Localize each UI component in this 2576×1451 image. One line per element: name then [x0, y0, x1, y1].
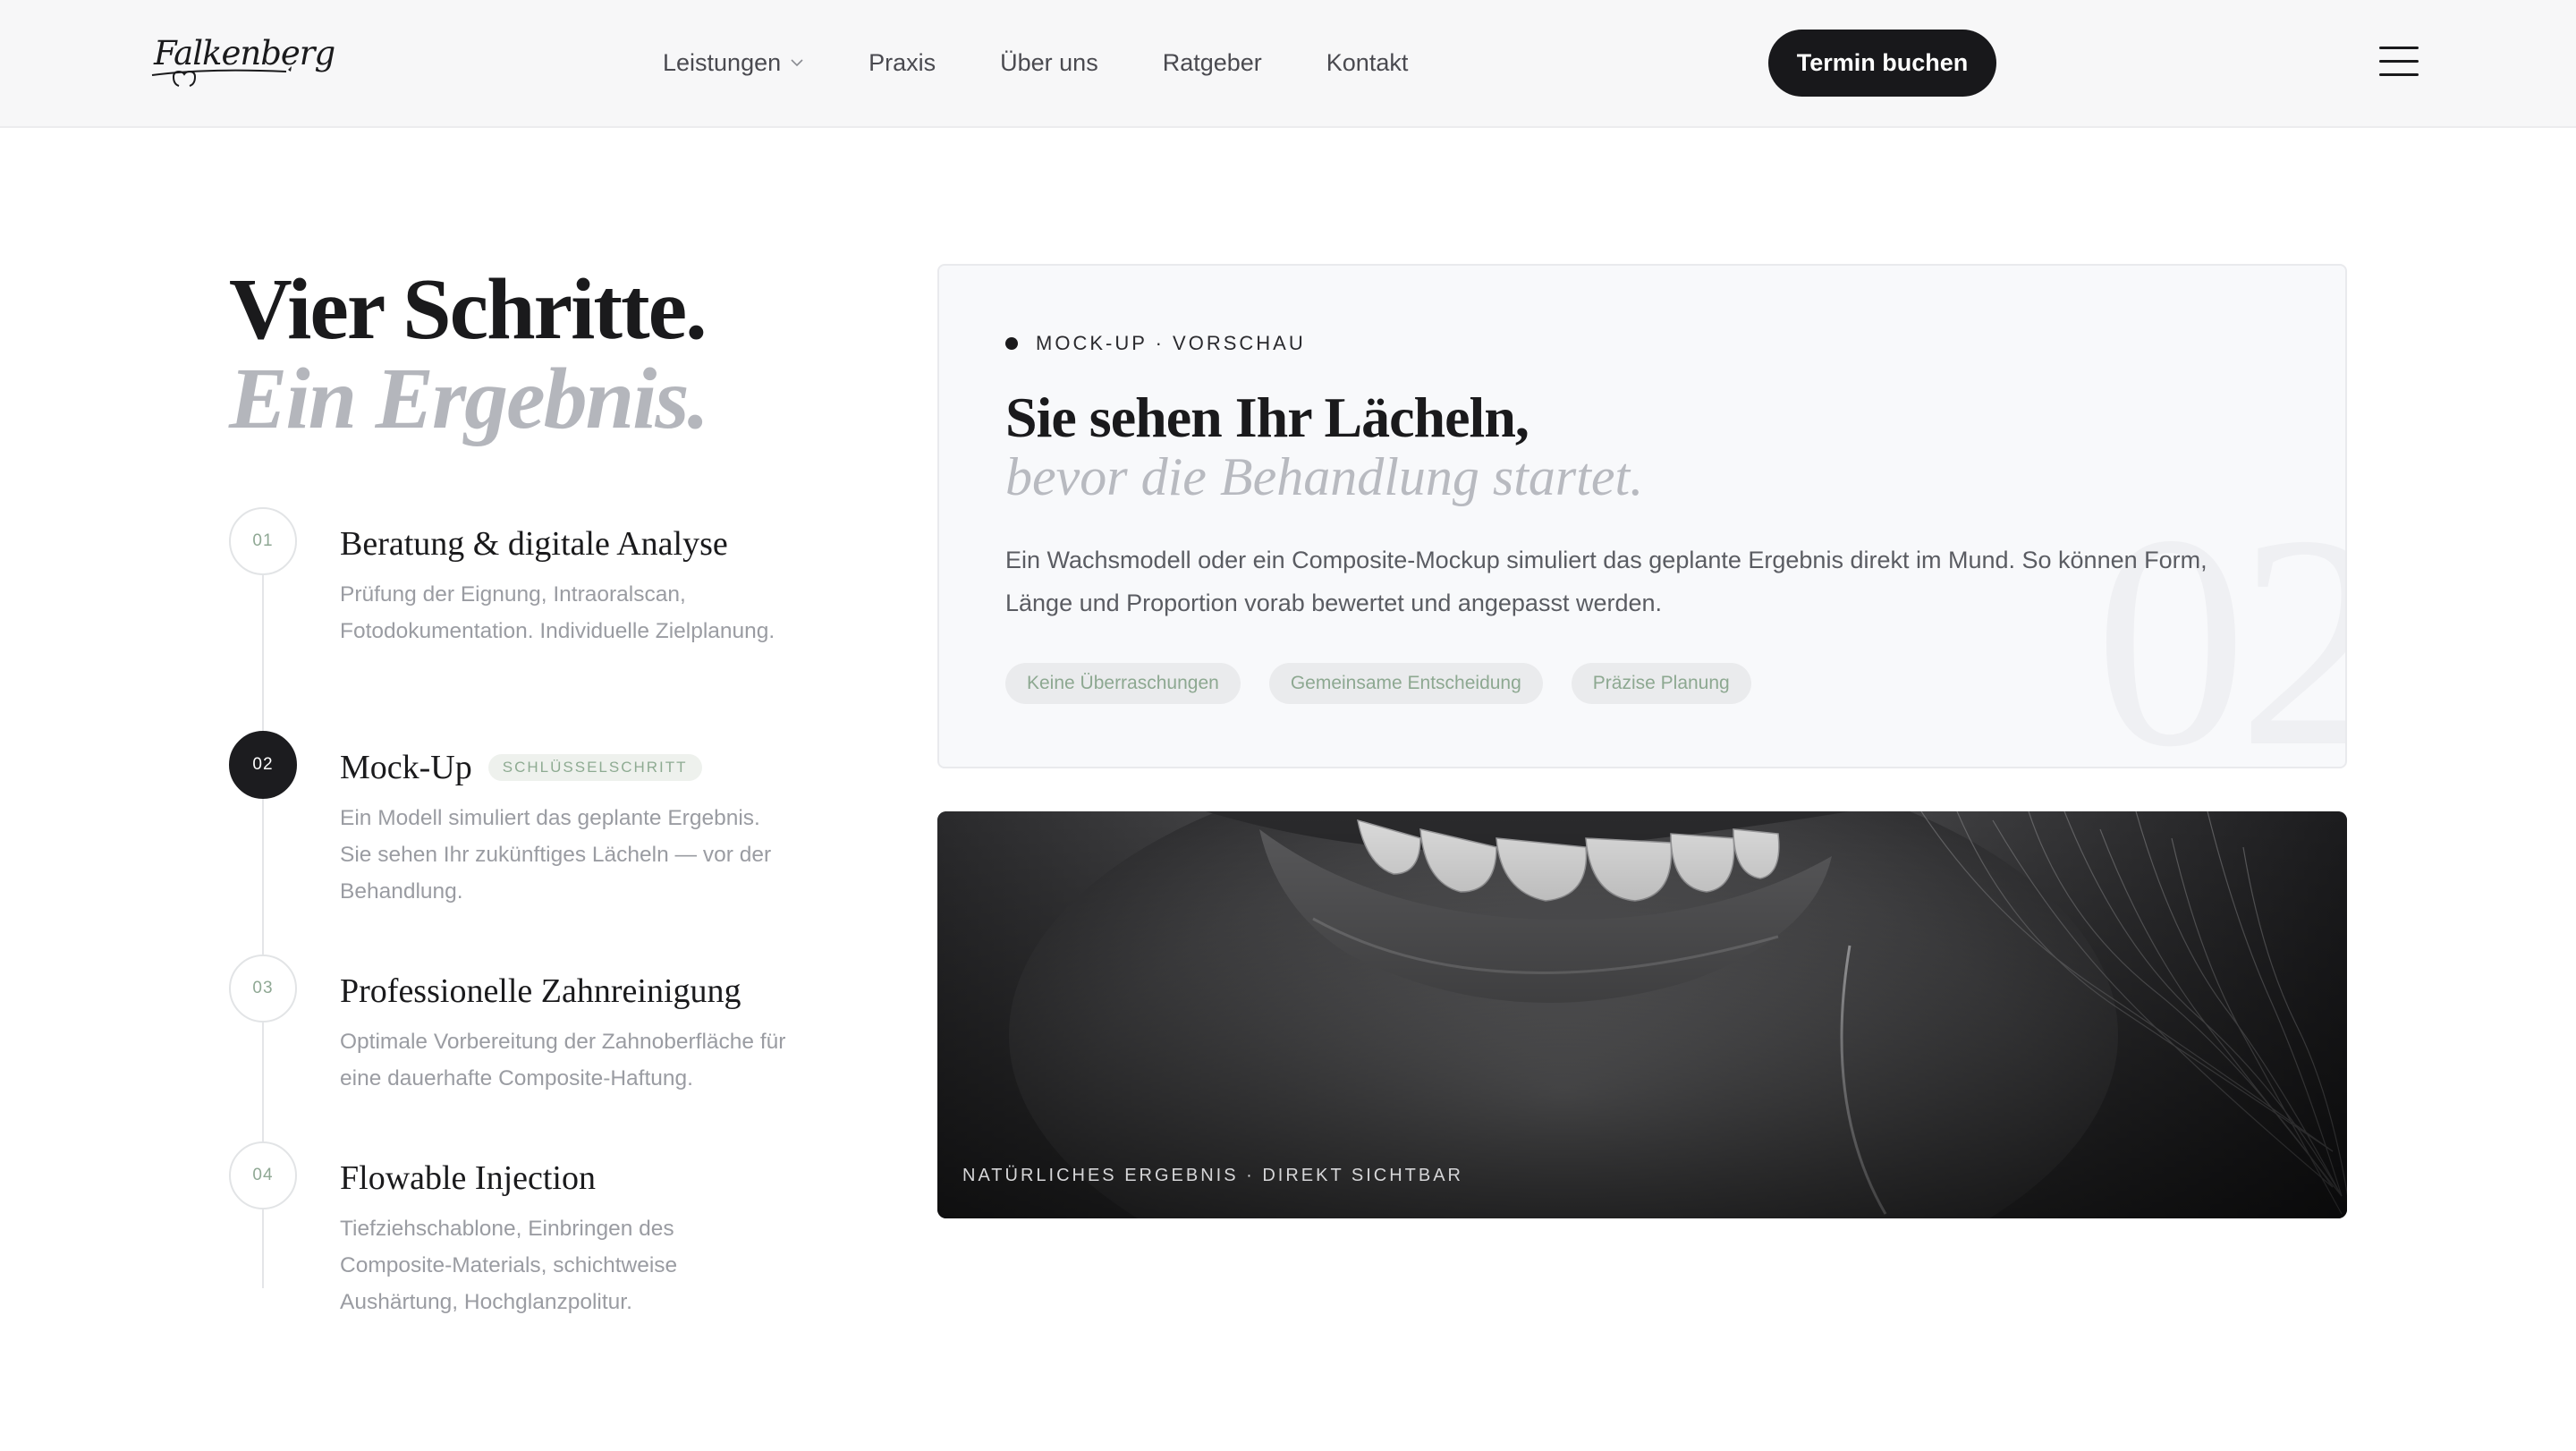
chevron-down-icon	[791, 59, 803, 67]
photo-caption: NATÜRLICHES ERGEBNIS · DIREKT SICHTBAR	[962, 1166, 1463, 1185]
section-heading-italic: Ein Ergebnis.	[229, 351, 709, 447]
card-subtitle: bevor die Behandlung startet.	[1005, 447, 1644, 506]
step-title-text: Flowable Injection	[340, 1159, 596, 1197]
logo[interactable]: Falkenberg	[145, 30, 335, 93]
step-title: Mock-Up SCHLÜSSELSCHRITT	[340, 748, 702, 787]
hamburger-menu-icon[interactable]	[2379, 47, 2419, 77]
step-number-01[interactable]: 01	[229, 507, 297, 575]
benefit-tag: Gemeinsame Entscheidung	[1268, 663, 1543, 704]
card-title: Sie sehen Ihr Lächeln,	[1005, 386, 1530, 449]
smile-photo-image	[937, 811, 2347, 1218]
step-title: Flowable Injection	[340, 1158, 596, 1198]
nav-item-ratgeber[interactable]: Ratgeber	[1163, 49, 1262, 77]
step-number-02[interactable]: 02	[229, 731, 297, 799]
step-number-04[interactable]: 04	[229, 1141, 297, 1209]
main-nav: Leistungen Praxis Über uns Ratgeber Kont…	[663, 45, 1472, 81]
nav-item-praxis[interactable]: Praxis	[869, 49, 936, 77]
smile-photo: NATÜRLICHES ERGEBNIS · DIREKT SICHTBAR	[937, 811, 2347, 1218]
step-description: Optimale Vorbereitung der Zahnoberfläche…	[340, 1030, 786, 1090]
nav-item-label: Leistungen	[663, 48, 782, 76]
step-watermark-number: 02	[2095, 472, 2345, 768]
nav-item-kontakt[interactable]: Kontakt	[1326, 49, 1409, 77]
step-description: Ein Modell simuliert das geplante Ergebn…	[340, 806, 772, 904]
nav-item-leistungen[interactable]: Leistungen	[663, 49, 804, 77]
step-number-03[interactable]: 03	[229, 955, 297, 1022]
card-eyebrow: MOCK-UP · VORSCHAU	[1005, 332, 1306, 355]
nav-item-ueber-uns[interactable]: Über uns	[1000, 49, 1098, 77]
key-step-badge: SCHLÜSSELSCHRITT	[487, 754, 702, 781]
logo-text: Falkenberg	[154, 34, 335, 72]
site-header: Falkenberg Leistungen Praxis Über uns Ra…	[0, 0, 2576, 128]
section-heading: Vier Schritte.	[229, 261, 708, 358]
step-title-text: Professionelle Zahnreinigung	[340, 972, 741, 1010]
mockup-preview-card: 02 MOCK-UP · VORSCHAU Sie sehen Ihr Läch…	[937, 264, 2347, 768]
card-eyebrow-label: MOCK-UP · VORSCHAU	[1036, 332, 1306, 354]
benefit-tags: Keine Überraschungen Gemeinsame Entschei…	[1005, 663, 1780, 704]
card-description: Ein Wachsmodell oder ein Composite-Mocku…	[1005, 547, 2207, 616]
step-description: Prüfung der Eignung, Intraoralscan, Foto…	[340, 582, 775, 643]
step-title: Beratung & digitale Analyse	[340, 524, 728, 564]
step-title: Professionelle Zahnreinigung	[340, 972, 741, 1011]
step-description: Tiefziehschablone, Einbringen des Compos…	[340, 1217, 678, 1314]
benefit-tag: Keine Überraschungen	[1005, 663, 1241, 704]
bullet-dot-icon	[1005, 337, 1018, 350]
book-appointment-button[interactable]: Termin buchen	[1768, 30, 1996, 97]
benefit-tag: Präzise Planung	[1571, 663, 1751, 704]
step-title-text: Beratung & digitale Analyse	[340, 525, 728, 563]
step-title-text: Mock-Up	[340, 749, 472, 786]
